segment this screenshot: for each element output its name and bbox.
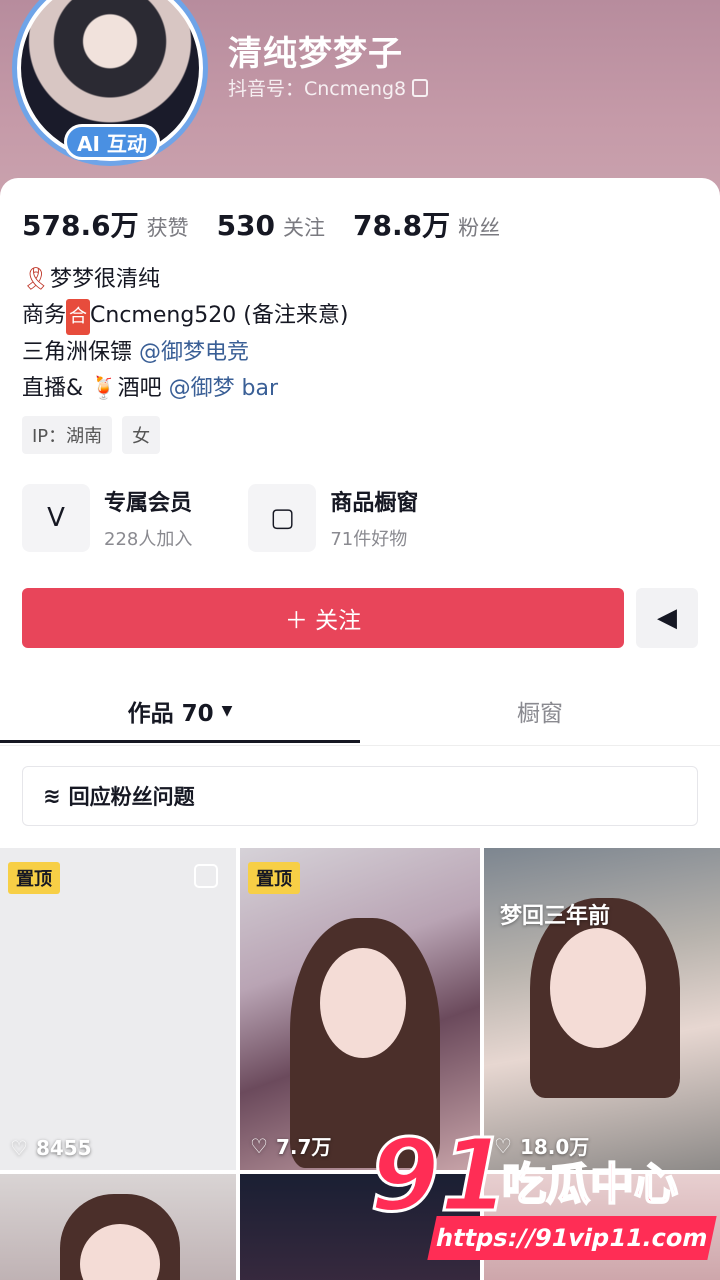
mention-link-esports[interactable]: @御梦电竞 <box>139 340 249 365</box>
tab-showcase[interactable]: 橱窗 <box>360 678 720 744</box>
fan-questions-label: 回应粉丝问题 <box>68 785 195 809</box>
video-item[interactable]: 置顶 ♡ 8455 <box>0 848 236 1170</box>
profile-card: 578.6万 获赞 530 关注 78.8万 粉丝 🎗梦梦很清纯 商务合 Cncm… <box>0 178 720 1280</box>
heart-icon: ♡ <box>10 1136 28 1160</box>
he-character-icon: 合 <box>66 299 91 335</box>
stat-followers[interactable]: 78.8万 粉丝 <box>353 204 500 244</box>
tab-works[interactable]: 作品 70 ▼ <box>0 678 360 744</box>
video-likes-count: 7.7万 <box>275 1135 332 1159</box>
tab-works-label: 作品 70 <box>127 701 214 727</box>
bio-line-1-text: 梦梦很清纯 <box>49 267 160 292</box>
thumbnail-face <box>550 928 646 1048</box>
stat-followers-label: 粉丝 <box>458 216 501 240</box>
stat-likes[interactable]: 578.6万 获赞 <box>22 204 189 244</box>
watermark-logo: 91 吃瓜中心 https://91vip11.com <box>368 1117 720 1276</box>
ribbon-icon: 🎗 <box>22 267 50 292</box>
profile-tags: IP：湖南 女 <box>22 416 161 454</box>
video-likes: ♡ 8455 <box>10 1136 92 1160</box>
douyin-id[interactable]: 抖音号：Cncmeng8 <box>228 74 429 101</box>
shopping-bag-icon: ▢ <box>248 484 317 552</box>
stat-following[interactable]: 530 关注 <box>217 209 325 242</box>
pinned-badge: 置顶 <box>8 862 60 894</box>
mention-link-bar[interactable]: @御梦 bar <box>169 376 279 401</box>
video-item[interactable] <box>0 1174 236 1280</box>
video-likes: ♡ 7.7万 <box>250 1131 331 1160</box>
membership-icon: V <box>22 484 90 552</box>
exclusive-membership[interactable]: V 专属会员 228人加入 <box>22 484 192 552</box>
cocktail-icon: 🍹 <box>90 376 118 401</box>
ai-interact-badge[interactable]: AI 互动 <box>64 124 160 160</box>
services-row: V 专属会员 228人加入 ▢ 商品橱窗 71件好物 <box>22 484 418 552</box>
stat-likes-label: 获赞 <box>146 216 189 240</box>
bio-line-1: 🎗梦梦很清纯 <box>22 262 348 298</box>
thumbnail-face <box>320 948 406 1058</box>
video-likes-count: 8455 <box>35 1136 92 1160</box>
profile-nickname: 清纯梦梦子 <box>228 34 403 74</box>
layers-icon: ≋ <box>43 784 61 808</box>
copy-icon[interactable] <box>412 78 429 97</box>
stat-following-label: 关注 <box>283 216 326 240</box>
bio-line-3: 三角洲保镖 @御梦电竞 <box>22 335 348 371</box>
bio-line-4-prefix: 直播& <box>22 376 91 401</box>
content-tabs: 作品 70 ▼ 橱窗 <box>0 678 720 746</box>
bio-line-4-mid: 酒吧 <box>117 376 169 401</box>
active-tab-indicator <box>0 740 360 743</box>
bio-line-4: 直播& 🍹酒吧 @御梦 bar <box>22 371 348 407</box>
showcase-count: 71件好物 <box>330 529 408 550</box>
caret-down-icon: ▼ <box>221 703 233 719</box>
bio-line-2-text: Cncmeng520 (备注来意) <box>90 303 349 328</box>
membership-count: 228人加入 <box>104 529 193 550</box>
stat-likes-number: 578.6万 <box>22 209 139 242</box>
bio: 🎗梦梦很清纯 商务合 Cncmeng520 (备注来意) 三角洲保镖 @御梦电竞 … <box>22 262 348 407</box>
checkbox-icon[interactable] <box>194 864 218 888</box>
video-item[interactable]: 梦回三年前 ♡ 18.0万 <box>484 848 720 1170</box>
stat-followers-number: 78.8万 <box>353 209 451 242</box>
bio-line-2: 商务合 Cncmeng520 (备注来意) <box>22 298 348 335</box>
gender-tag: 女 <box>122 416 161 454</box>
stat-following-number: 530 <box>216 209 276 242</box>
share-button[interactable]: ◀ <box>636 588 698 648</box>
watermark-number: 91 <box>368 1117 510 1234</box>
stats-row: 578.6万 获赞 530 关注 78.8万 粉丝 <box>22 204 500 244</box>
membership-title: 专属会员 <box>104 491 193 516</box>
product-showcase[interactable]: ▢ 商品橱窗 71件好物 <box>248 484 418 552</box>
send-icon: ◀ <box>657 603 677 633</box>
video-caption: 梦回三年前 <box>500 904 611 929</box>
bio-line-2-prefix: 商务 <box>22 303 67 328</box>
watermark-text: 吃瓜中心 <box>501 1158 679 1211</box>
follow-button[interactable]: ＋ 关注 <box>22 588 624 648</box>
pinned-badge: 置顶 <box>248 862 300 894</box>
showcase-title: 商品橱窗 <box>330 491 419 516</box>
heart-icon: ♡ <box>250 1133 268 1158</box>
watermark-url: https://91vip11.com <box>427 1216 717 1260</box>
ip-location-tag: IP：湖南 <box>22 416 113 454</box>
bio-line-3-prefix: 三角洲保镖 <box>22 340 139 365</box>
douyin-id-text: 抖音号：Cncmeng8 <box>228 78 407 100</box>
fan-questions-button[interactable]: ≋ 回应粉丝问题 <box>22 766 698 826</box>
